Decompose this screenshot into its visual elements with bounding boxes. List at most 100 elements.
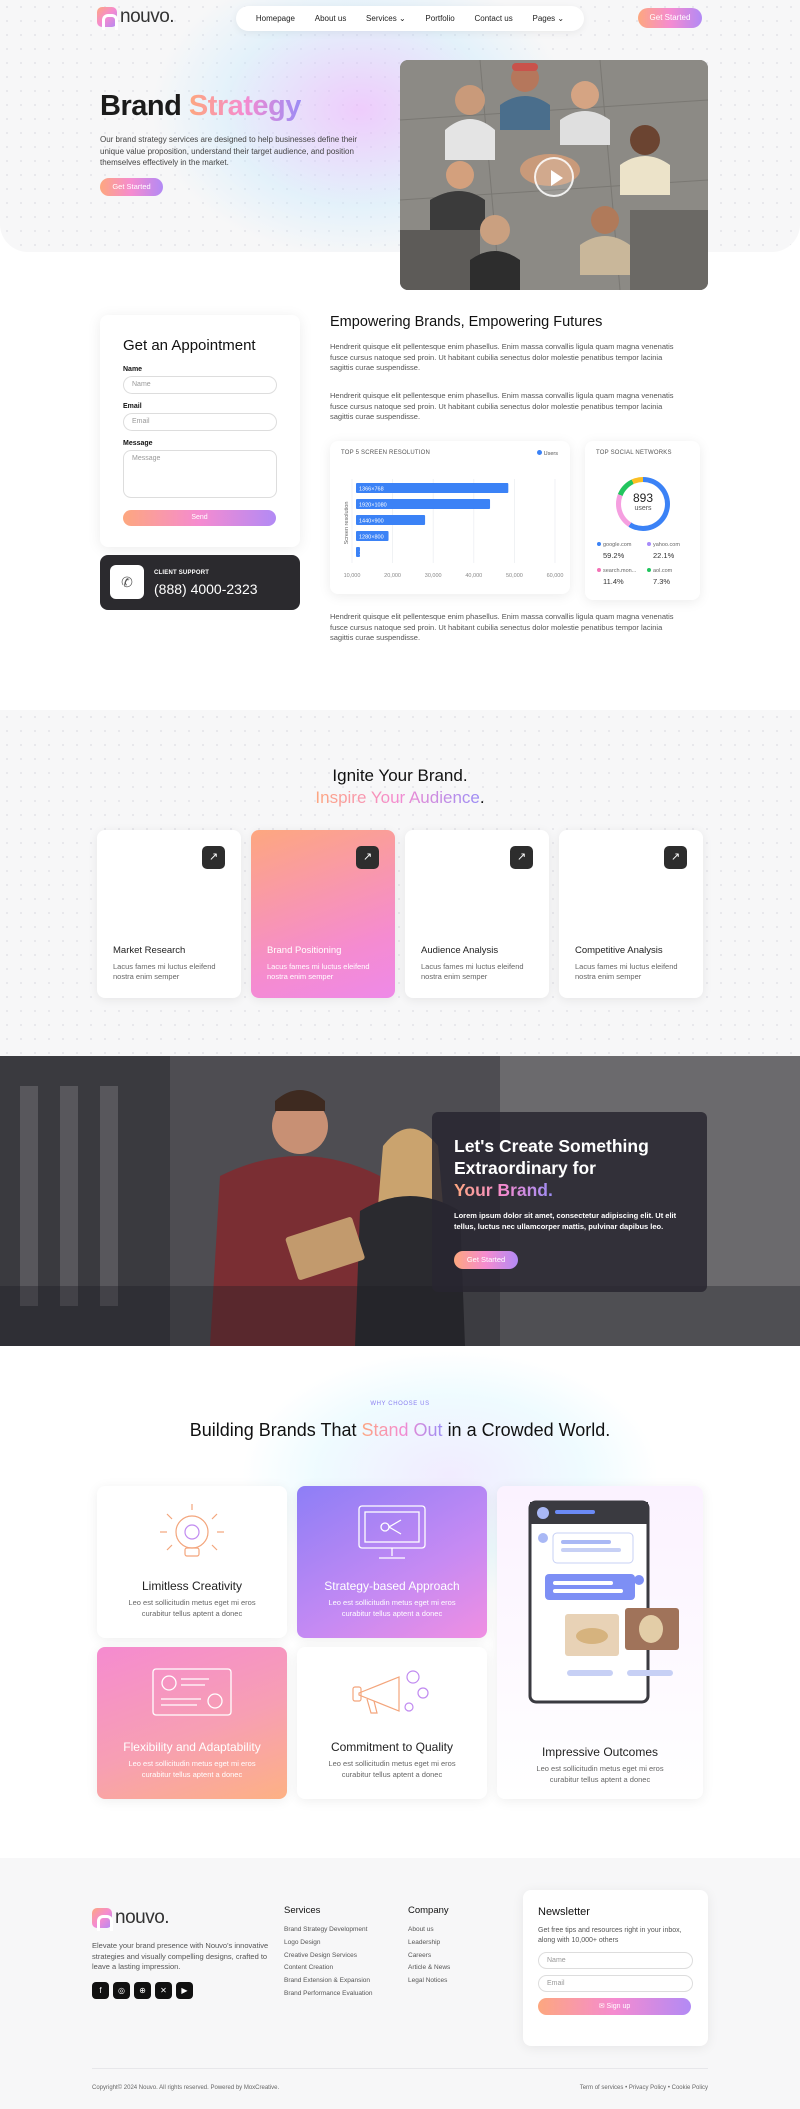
sign-up-button[interactable]: ✉ Sign up: [538, 1998, 691, 2015]
footer-link[interactable]: Article & News: [408, 1962, 450, 1975]
legend-dot: [597, 542, 601, 546]
newsletter-description: Get free tips and resources right in you…: [538, 1927, 682, 1944]
x-tick-label: 40,000: [465, 573, 482, 579]
service-card-title: Competitive Analysis: [575, 945, 663, 956]
page-title: Brand Strategy: [100, 90, 301, 123]
bar-category-label: 1280×800: [359, 535, 384, 541]
header-logo[interactable]: nouvo.: [97, 6, 175, 30]
nav-services[interactable]: Services ⌄: [366, 14, 406, 23]
footer-services-title: Services: [284, 1905, 321, 1916]
donut-center: 893 users: [621, 482, 665, 526]
legend-dot: [647, 542, 651, 546]
header-get-started-button[interactable]: Get Started: [638, 8, 702, 28]
nav-about-us[interactable]: About us: [315, 14, 347, 23]
social-value: 7.3%: [653, 577, 671, 586]
social-label: aol.com: [653, 568, 673, 574]
name-field[interactable]: Name: [123, 376, 277, 394]
why-card-strategy: Strategy-based Approach Leo est sollicit…: [297, 1486, 487, 1638]
instagram-icon[interactable]: ◎: [113, 1982, 130, 1999]
why-title: Building Brands That Stand Out in a Crow…: [0, 1419, 800, 1442]
dribbble-icon[interactable]: ⊕: [134, 1982, 151, 1999]
nav-contact-us[interactable]: Contact us: [475, 14, 513, 23]
team-photo[interactable]: [400, 60, 708, 290]
service-card-market-research[interactable]: ↗ Market Research Lacus fames mi luctus …: [97, 830, 241, 998]
nav-services-label: Services: [366, 14, 397, 23]
y-axis-label: Screen resolution: [344, 502, 350, 545]
ignite-dot: .: [479, 788, 485, 807]
why-card-desc: Leo est sollicitudin metus eget mi eros …: [128, 1759, 256, 1779]
service-card-title: Market Research: [113, 945, 186, 956]
footer-link[interactable]: Leadership: [408, 1937, 450, 1950]
social-item-yahoo: yahoo.com 22.1%: [647, 542, 680, 560]
newsletter-email-field[interactable]: Email: [538, 1975, 693, 1992]
lightbulb-icon: [160, 1504, 224, 1557]
message-field[interactable]: Message: [123, 450, 277, 498]
x-icon[interactable]: ✕: [155, 1982, 172, 1999]
legal-link-terms[interactable]: Term of services: [580, 2085, 624, 2091]
x-tick-label: 60,000: [547, 573, 564, 579]
arrow-up-right-icon[interactable]: ↗: [202, 846, 225, 869]
empowering-title: Empowering Brands, Empowering Futures: [330, 314, 603, 330]
social-networks-card: TOP SOCIAL NETWORKS 893 users google.com…: [585, 441, 700, 600]
service-card-brand-positioning[interactable]: ↗ Brand Positioning Lacus fames mi luctu…: [251, 830, 395, 998]
phone-icon: ✆: [110, 565, 144, 599]
logo-mark-icon: [97, 7, 118, 30]
footer-divider: [92, 2068, 708, 2069]
play-button[interactable]: [534, 157, 574, 197]
why-card-title: Flexibility and Adaptability: [123, 1740, 261, 1754]
nav-pages[interactable]: Pages ⌄: [532, 14, 564, 23]
service-card-audience-analysis[interactable]: ↗ Audience Analysis Lacus fames mi luctu…: [405, 830, 549, 998]
mail-icon: ✉: [598, 2003, 605, 2010]
copyright: Copyright© 2024 Nouvo. All rights reserv…: [92, 2085, 280, 2091]
footer-link[interactable]: About us: [408, 1924, 450, 1937]
footer-link[interactable]: Logo Design: [284, 1937, 373, 1950]
logo-text: nouvo.: [120, 6, 175, 27]
donut-label: users: [634, 505, 652, 512]
x-tick-label: 50,000: [506, 573, 523, 579]
social-donut: 893 users: [616, 477, 670, 531]
message-label: Message: [123, 440, 153, 447]
donut-value: 893: [632, 491, 654, 505]
footer-logo[interactable]: nouvo.: [92, 1907, 170, 1931]
why-title-highlight: Stand Out: [361, 1420, 443, 1440]
empowering-paragraph-2: Hendrerit quisque elit pellentesque enim…: [330, 391, 674, 421]
ignite-title: Ignite Your Brand. Inspire Your Audience…: [0, 765, 800, 809]
email-field[interactable]: Email: [123, 413, 277, 431]
why-card-title: Limitless Creativity: [141, 1579, 243, 1593]
nav-homepage[interactable]: Homepage: [256, 14, 295, 23]
newsletter-name-field[interactable]: Name: [538, 1952, 693, 1969]
youtube-icon[interactable]: ▶: [176, 1982, 193, 1999]
footer-link[interactable]: Creative Design Services: [284, 1950, 373, 1963]
hero-get-started-button[interactable]: Get Started: [100, 178, 163, 196]
client-support-card[interactable]: ✆ CLIENT SUPPORT (888) 4000-2323: [100, 555, 300, 610]
arrow-up-right-icon[interactable]: ↗: [510, 846, 533, 869]
arrow-up-right-icon[interactable]: ↗: [664, 846, 687, 869]
service-card-competitive-analysis[interactable]: ↗ Competitive Analysis Lacus fames mi lu…: [559, 830, 703, 998]
legal-separator: •: [667, 2085, 670, 2091]
nav-portfolio[interactable]: Portfolio: [425, 14, 454, 23]
footer-link[interactable]: Brand Strategy Development: [284, 1924, 373, 1937]
appointment-form: Get an Appointment Name Name Email Email…: [100, 315, 300, 547]
cta-get-started-button[interactable]: Get Started: [454, 1251, 518, 1269]
why-card-title: Strategy-based Approach: [324, 1579, 460, 1593]
chevron-down-icon: ⌄: [398, 14, 406, 23]
legend-dot: [647, 568, 651, 572]
footer-link[interactable]: Careers: [408, 1950, 450, 1963]
newsletter-card: Newsletter Get free tips and resources r…: [523, 1890, 708, 2046]
why-card-title: Commitment to Quality: [330, 1740, 454, 1754]
main-nav: Homepage About us Services ⌄ Portfolio C…: [236, 6, 584, 31]
footer-link[interactable]: Brand Performance Evaluation: [284, 1988, 373, 2001]
legal-separator: •: [625, 2085, 628, 2091]
arrow-up-right-icon[interactable]: ↗: [356, 846, 379, 869]
footer-link[interactable]: Brand Extension & Expansion: [284, 1975, 373, 1988]
title-part1: Brand: [100, 90, 182, 122]
footer-link[interactable]: Legal Notices: [408, 1975, 450, 1988]
send-button[interactable]: Send: [123, 510, 276, 526]
why-card-desc: Leo est sollicitudin metus eget mi eros …: [328, 1598, 456, 1618]
legal-link-cookie[interactable]: Cookie Policy: [672, 2085, 708, 2091]
cta-title: Let's Create Something Extraordinary for…: [454, 1135, 674, 1201]
facebook-icon[interactable]: f: [92, 1982, 109, 1999]
x-tick-label: 20,000: [384, 573, 401, 579]
footer-link[interactable]: Content Creation: [284, 1962, 373, 1975]
legal-link-privacy[interactable]: Privacy Policy: [629, 2085, 666, 2091]
